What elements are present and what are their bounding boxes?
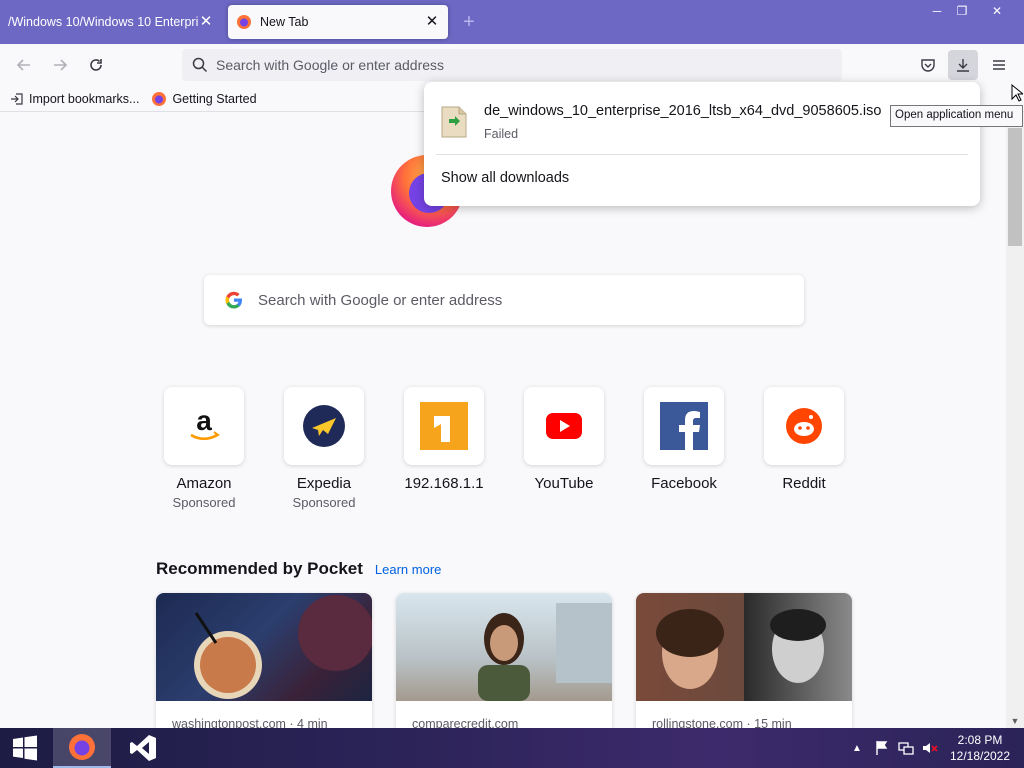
pocket-button[interactable] xyxy=(913,50,943,80)
pocket-card[interactable]: comparecredit.com xyxy=(396,593,612,728)
volume-muted-icon[interactable] xyxy=(922,740,938,756)
download-item[interactable]: de_windows_10_enterprise_2016_ltsb_x64_d… xyxy=(436,92,968,152)
card-source: comparecredit.com xyxy=(412,717,519,728)
top-site-name: Facebook xyxy=(651,475,717,492)
visual-studio-icon xyxy=(130,735,156,761)
taskbar-firefox[interactable] xyxy=(53,728,111,768)
card-source: washingtonpost.com · 4 min xyxy=(172,717,328,728)
divider xyxy=(436,154,968,155)
bookmark-label: Getting Started xyxy=(172,91,257,106)
forward-arrow-icon xyxy=(54,59,68,71)
download-file-name: de_windows_10_enterprise_2016_ltsb_x64_d… xyxy=(484,103,882,119)
pocket-card[interactable]: rollingstone.com · 15 min xyxy=(636,593,852,728)
start-button[interactable] xyxy=(0,728,50,768)
facebook-icon xyxy=(644,387,724,465)
app-menu-button[interactable] xyxy=(984,50,1014,80)
download-status: Failed xyxy=(484,127,519,141)
taskbar: ▲ 2:08 PM 12/18/2022 xyxy=(0,728,1024,768)
new-tab-button[interactable]: + xyxy=(459,12,479,32)
show-hidden-icons-icon[interactable]: ▲ xyxy=(852,743,862,754)
clock-time: 2:08 PM xyxy=(957,733,1003,747)
learn-more-link[interactable]: Learn more xyxy=(375,562,441,577)
import-icon xyxy=(11,92,23,105)
download-icon xyxy=(957,59,969,72)
tab-strip: /Windows 10/Windows 10 Enterprise ✕ New … xyxy=(0,0,1024,44)
bookmark-getting-started[interactable]: Getting Started xyxy=(151,91,257,107)
scrollbar-thumb[interactable] xyxy=(1008,128,1022,246)
router-icon xyxy=(404,387,484,465)
search-box[interactable]: Search with Google or enter address xyxy=(204,275,804,325)
show-all-downloads-button[interactable]: Show all downloads xyxy=(441,170,569,186)
top-site-router[interactable]: 192.168.1.1 xyxy=(404,387,484,492)
reload-icon xyxy=(90,59,102,71)
back-arrow-icon xyxy=(16,59,30,71)
top-site-youtube[interactable]: YouTube xyxy=(524,387,604,492)
svg-text:a: a xyxy=(196,406,212,436)
downloads-button[interactable] xyxy=(948,50,978,80)
tab-new-tab[interactable]: New Tab ✕ xyxy=(228,5,448,39)
top-site-facebook[interactable]: Facebook xyxy=(644,387,724,492)
forward-button[interactable] xyxy=(45,50,75,80)
close-tab-icon[interactable]: ✕ xyxy=(424,14,440,30)
card-image xyxy=(396,593,612,701)
top-site-name: Reddit xyxy=(782,475,826,492)
google-icon xyxy=(225,291,242,309)
card-image xyxy=(636,593,852,701)
network-icon[interactable] xyxy=(898,740,914,756)
card-source: rollingstone.com · 15 min xyxy=(652,717,792,728)
tab-windows-10[interactable]: /Windows 10/Windows 10 Enterprise ✕ xyxy=(0,5,222,39)
scroll-down-icon[interactable]: ▼ xyxy=(1006,714,1024,728)
firefox-icon xyxy=(236,14,252,30)
url-bar[interactable]: Search with Google or enter address xyxy=(182,49,842,81)
url-bar-placeholder: Search with Google or enter address xyxy=(216,57,445,73)
top-site-name: Expedia xyxy=(296,475,352,492)
close-window-button[interactable]: ✕ xyxy=(970,0,1024,22)
close-tab-icon[interactable]: ✕ xyxy=(198,14,214,30)
hamburger-icon xyxy=(993,60,1005,70)
search-placeholder: Search with Google or enter address xyxy=(258,291,503,309)
top-site-reddit[interactable]: Reddit xyxy=(764,387,844,492)
top-site-name: YouTube xyxy=(534,475,594,492)
windows-icon xyxy=(13,735,37,761)
amazon-icon: a xyxy=(164,387,244,465)
taskbar-clock[interactable]: 2:08 PM 12/18/2022 xyxy=(940,732,1020,764)
card-image xyxy=(156,593,372,701)
reload-button[interactable] xyxy=(81,50,111,80)
pocket-header: Recommended by Pocket Learn more xyxy=(156,559,441,579)
tab-title: /Windows 10/Windows 10 Enterprise xyxy=(8,15,198,29)
top-site-name: Amazon xyxy=(176,475,232,492)
tab-title: New Tab xyxy=(260,15,309,29)
firefox-icon xyxy=(69,734,95,760)
pocket-icon xyxy=(921,59,935,72)
firefox-icon xyxy=(152,91,167,106)
top-site-name: 192.168.1.1 xyxy=(404,475,484,492)
sponsored-label: Sponsored xyxy=(292,495,356,510)
system-tray: ▲ xyxy=(852,728,938,768)
pocket-card[interactable]: washingtonpost.com · 4 min xyxy=(156,593,372,728)
pocket-heading: Recommended by Pocket xyxy=(156,559,363,578)
app-menu-tooltip: Open application menu xyxy=(890,105,1023,127)
clock-date: 12/18/2022 xyxy=(949,749,1011,763)
bookmark-import[interactable]: Import bookmarks... xyxy=(10,92,139,106)
reddit-icon xyxy=(764,387,844,465)
search-icon xyxy=(192,57,208,73)
sponsored-label: Sponsored xyxy=(172,495,236,510)
nav-bar: Search with Google or enter address xyxy=(0,44,1024,86)
mouse-cursor-icon xyxy=(1011,84,1023,102)
downloads-panel: de_windows_10_enterprise_2016_ltsb_x64_d… xyxy=(424,82,980,206)
top-site-expedia[interactable]: Expedia Sponsored xyxy=(284,387,364,510)
taskbar-visual-studio[interactable] xyxy=(114,728,172,768)
back-button[interactable] xyxy=(9,50,39,80)
bookmark-label: Import bookmarks... xyxy=(29,91,140,106)
flag-icon[interactable] xyxy=(874,740,890,756)
file-icon xyxy=(441,106,467,138)
top-site-amazon[interactable]: a Amazon Sponsored xyxy=(164,387,244,510)
youtube-icon xyxy=(524,387,604,465)
expedia-icon xyxy=(284,387,364,465)
